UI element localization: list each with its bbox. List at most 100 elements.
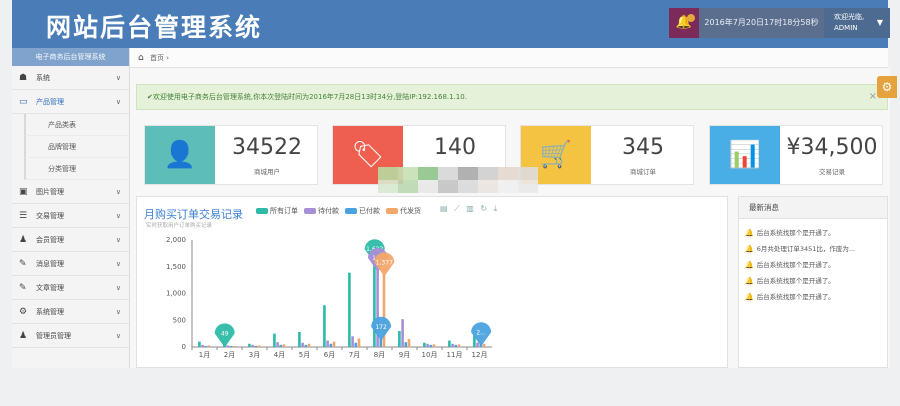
bar-2-9[interactable] — [429, 344, 433, 347]
news-item[interactable]: 🔔 后台系统找那个是开通了。 — [739, 225, 887, 241]
bar-2-5[interactable] — [329, 343, 333, 347]
bar-1-9[interactable] — [426, 343, 429, 347]
bar-3-11[interactable] — [482, 343, 486, 347]
bar-3-1[interactable] — [232, 345, 236, 347]
bar-1-4[interactable] — [301, 342, 304, 347]
bar-0-2[interactable] — [248, 343, 251, 347]
bar-1-8[interactable] — [401, 319, 404, 347]
bar-3-3[interactable] — [282, 344, 286, 347]
bar-2-3[interactable] — [279, 344, 283, 347]
sidebar-item-0[interactable]: ☗ 系统 ∨ — [12, 66, 129, 90]
news-item[interactable]: 🔔 后台系统找那个是开通了。 — [739, 257, 887, 273]
sidebar-item-2[interactable]: ▣ 图片管理 ∨ — [12, 180, 129, 204]
bar-2-6[interactable] — [354, 342, 358, 347]
sidebar-subitem[interactable]: 品牌管理 — [24, 136, 129, 158]
sidebar-item-8[interactable]: ♟ 管理员管理 ∨ — [12, 324, 129, 348]
cogs-icon: ⚙ — [19, 307, 28, 317]
x-tick-label: 5月 — [299, 351, 310, 359]
chevron-down-icon: ∨ — [115, 98, 121, 106]
bar-0-4[interactable] — [298, 332, 301, 347]
stat-card[interactable]: 📊 ¥34,500 交易记录 — [709, 125, 883, 185]
sidebar-item-7[interactable]: ⚙ 系统管理 ∨ — [12, 300, 129, 324]
bar-0-6[interactable] — [348, 272, 351, 347]
bar-0-5[interactable] — [323, 305, 326, 347]
legend-swatch — [345, 208, 357, 214]
bar-0-3[interactable] — [273, 333, 276, 347]
restore-icon[interactable]: ↻ — [480, 204, 489, 213]
stat-card[interactable]: 👤 34522 商城用户 — [144, 125, 318, 185]
x-tick-label: 11月 — [447, 351, 463, 359]
legend-label[interactable]: 待付款 — [318, 207, 339, 215]
x-tick-label: 9月 — [399, 351, 410, 359]
home-icon[interactable]: ⌂ — [138, 53, 144, 63]
bar-0-8[interactable] — [398, 330, 401, 347]
bar-1-0[interactable] — [201, 344, 204, 347]
news-item[interactable]: 🔔 6月共处理订单3451比，作废为... — [739, 241, 887, 257]
y-tick-label: 2,000 — [166, 236, 186, 244]
legend-swatch — [256, 208, 268, 214]
legend-label[interactable]: 代发货 — [400, 207, 421, 215]
news-item[interactable]: 🔔 后台系统找那个是开通了。 — [739, 289, 887, 305]
bar-1-3[interactable] — [276, 342, 279, 347]
bar-1-2[interactable] — [251, 344, 254, 347]
bar-3-2[interactable] — [257, 345, 261, 347]
bar-chart-icon[interactable]: ▥ — [466, 204, 476, 213]
line-chart-icon[interactable]: ⟋ — [454, 204, 462, 213]
chart-legend: 所有订单 待付款 已付款 代发货 — [250, 206, 421, 216]
legend-label[interactable]: 已付款 — [359, 207, 380, 215]
bar-0-10[interactable] — [448, 340, 451, 347]
bar-1-10[interactable] — [451, 343, 454, 347]
bar-1-5[interactable] — [326, 340, 329, 347]
save-image-icon[interactable]: ⤓ — [494, 204, 500, 213]
x-tick-label: 10月 — [422, 351, 438, 359]
news-text: 后台系统找那个是开通了。 — [756, 277, 835, 285]
user-icon: 👤 — [145, 126, 215, 184]
bar-3-6[interactable] — [357, 338, 361, 347]
bar-3-10[interactable] — [457, 344, 461, 347]
chevron-down-icon: ∨ — [115, 260, 121, 268]
edit-icon: ✎ — [19, 283, 27, 293]
sidebar-menu: ☗ 系统 ∨ ▭ 产品管理 ∨ 产品类表 品牌管理 分类管理 ▣ 图片管理 ∨ ☰ 交易管理 ∨ ♟ 会员管理 ∨… — [12, 66, 129, 348]
bar-2-10[interactable] — [454, 344, 458, 347]
chart-toolbox[interactable]: ▤ ⟋ ▥ ↻ ⤓ — [440, 204, 499, 214]
x-tick-label: 2月 — [224, 351, 235, 359]
bar-0-7[interactable] — [373, 260, 376, 347]
sidebar-subitem[interactable]: 分类管理 — [24, 158, 129, 180]
bar-3-0[interactable] — [207, 345, 211, 347]
bar-2-1[interactable] — [229, 345, 233, 347]
legend-label[interactable]: 所有订单 — [270, 207, 298, 215]
x-tick-label: 1月 — [199, 351, 210, 359]
stat-card[interactable]: 🛒 345 商城订单 — [520, 125, 694, 185]
bar-2-4[interactable] — [304, 344, 308, 347]
bar-3-5[interactable] — [332, 341, 336, 347]
close-icon[interactable]: × — [869, 85, 877, 109]
sidebar-subitem[interactable]: 产品类表 — [24, 114, 129, 136]
news-item[interactable]: 🔔 后台系统找那个是开通了。 — [739, 273, 887, 289]
bar-1-1[interactable] — [226, 345, 229, 347]
notification-bell-icon[interactable]: 🔔 — [669, 8, 699, 38]
sidebar-item-1[interactable]: ▭ 产品管理 ∨ — [12, 90, 129, 114]
bar-3-9[interactable] — [432, 344, 436, 347]
bar-2-8[interactable] — [404, 342, 408, 347]
bar-2-2[interactable] — [254, 345, 258, 347]
settings-gear-icon[interactable]: ⚙ — [877, 76, 897, 98]
bar-3-4[interactable] — [307, 343, 311, 347]
bar-1-6[interactable] — [351, 336, 354, 347]
bar-0-9[interactable] — [423, 342, 426, 347]
breadcrumb-home[interactable]: 首页 — [150, 54, 164, 62]
bar-2-0[interactable] — [204, 345, 208, 347]
bell-icon: 🔔 — [745, 261, 754, 269]
bar-3-8[interactable] — [407, 338, 411, 347]
data-view-icon[interactable]: ▤ — [440, 204, 450, 213]
edit-icon: ✎ — [19, 259, 27, 269]
sidebar-item-5[interactable]: ✎ 消息管理 ∨ — [12, 252, 129, 276]
sidebar-item-3[interactable]: ☰ 交易管理 ∨ — [12, 204, 129, 228]
sidebar-item-6[interactable]: ✎ 文章管理 ∨ — [12, 276, 129, 300]
sidebar-item-4[interactable]: ♟ 会员管理 ∨ — [12, 228, 129, 252]
alert-text: ✔欢迎使用电子商务后台管理系统,你本次登陆时间为2016年7月28日13时34分… — [147, 93, 467, 101]
bell-icon: 🔔 — [745, 277, 754, 285]
bar-0-0[interactable] — [198, 341, 201, 347]
bar-1-11[interactable] — [476, 342, 479, 347]
x-tick-label: 4月 — [274, 351, 285, 359]
user-menu[interactable]: 欢迎光临, ADMIN ▼ — [824, 8, 890, 38]
